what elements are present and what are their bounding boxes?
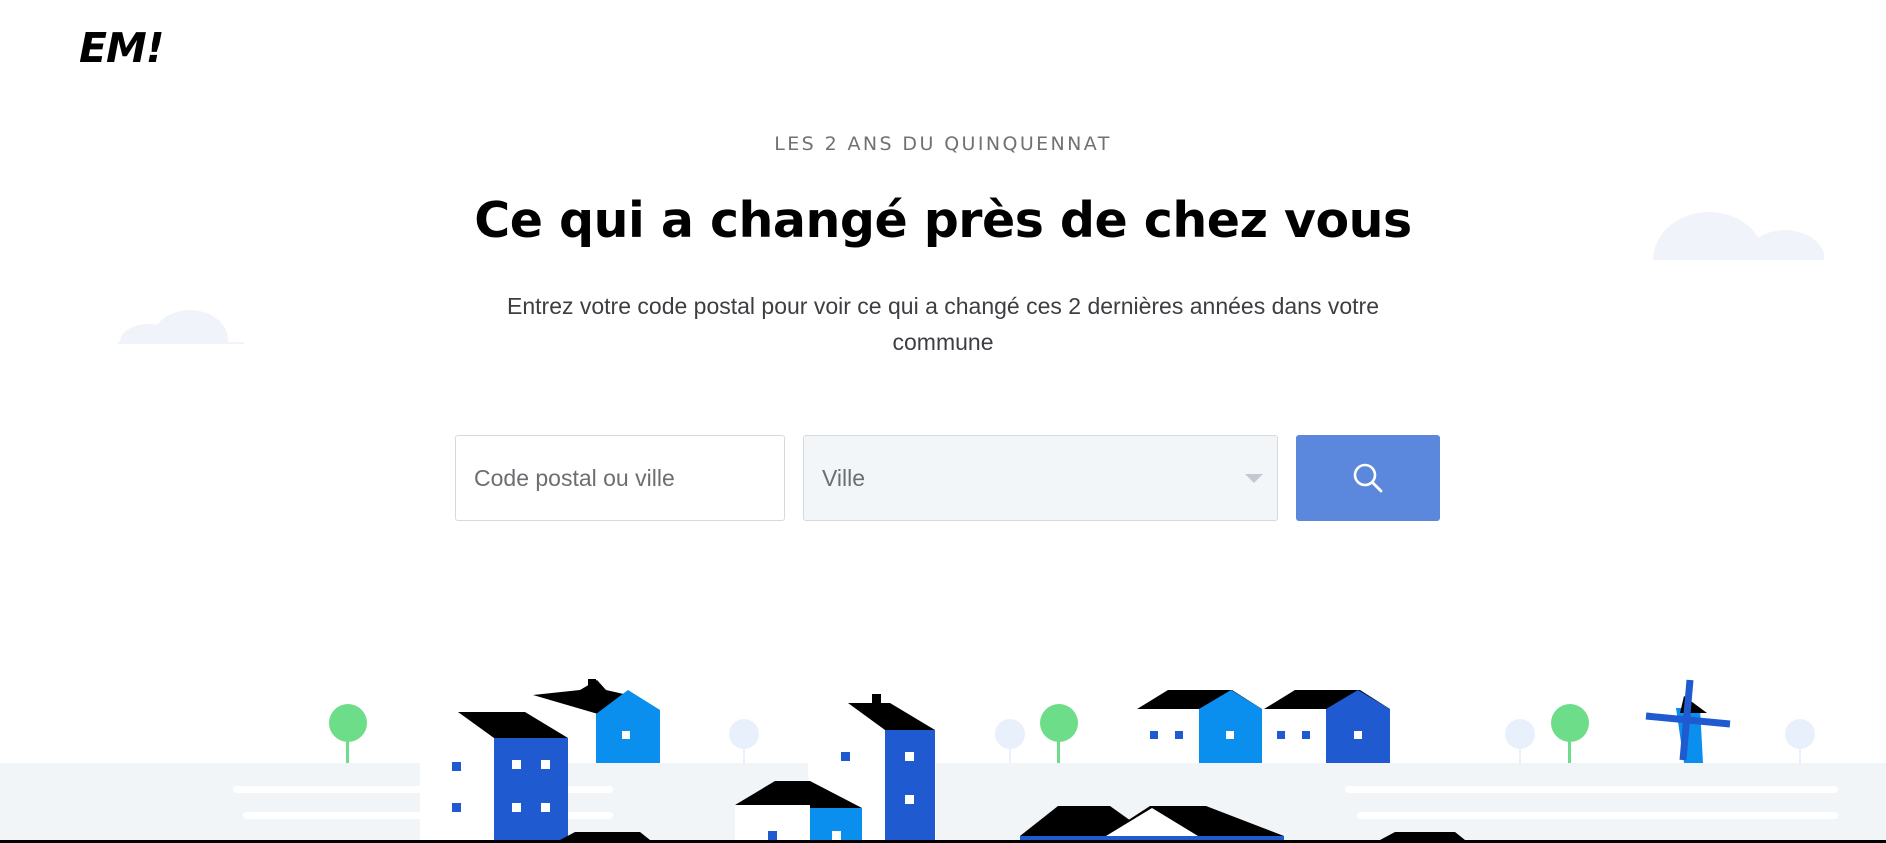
postal-code-field[interactable] (455, 435, 785, 521)
search-icon (1353, 463, 1383, 493)
cloud-left-decoration (118, 310, 244, 344)
page-subtitle: Entrez votre code postal pour voir ce qu… (507, 293, 1379, 355)
search-button[interactable] (1296, 435, 1440, 521)
windmill-icon (1645, 679, 1731, 763)
city-select[interactable]: Ville (803, 435, 1278, 521)
page-title: Ce qui a changé près de chez vous (474, 192, 1412, 249)
section-kicker: LES 2 ANS DU QUINQUENNAT (774, 133, 1112, 155)
site-logo[interactable]: EM! (79, 24, 165, 72)
town-illustration (0, 679, 1886, 843)
tree-icon (329, 704, 367, 763)
chevron-down-icon (1245, 474, 1263, 483)
postal-code-input[interactable] (456, 436, 784, 520)
city-select-value: Ville (822, 465, 866, 491)
